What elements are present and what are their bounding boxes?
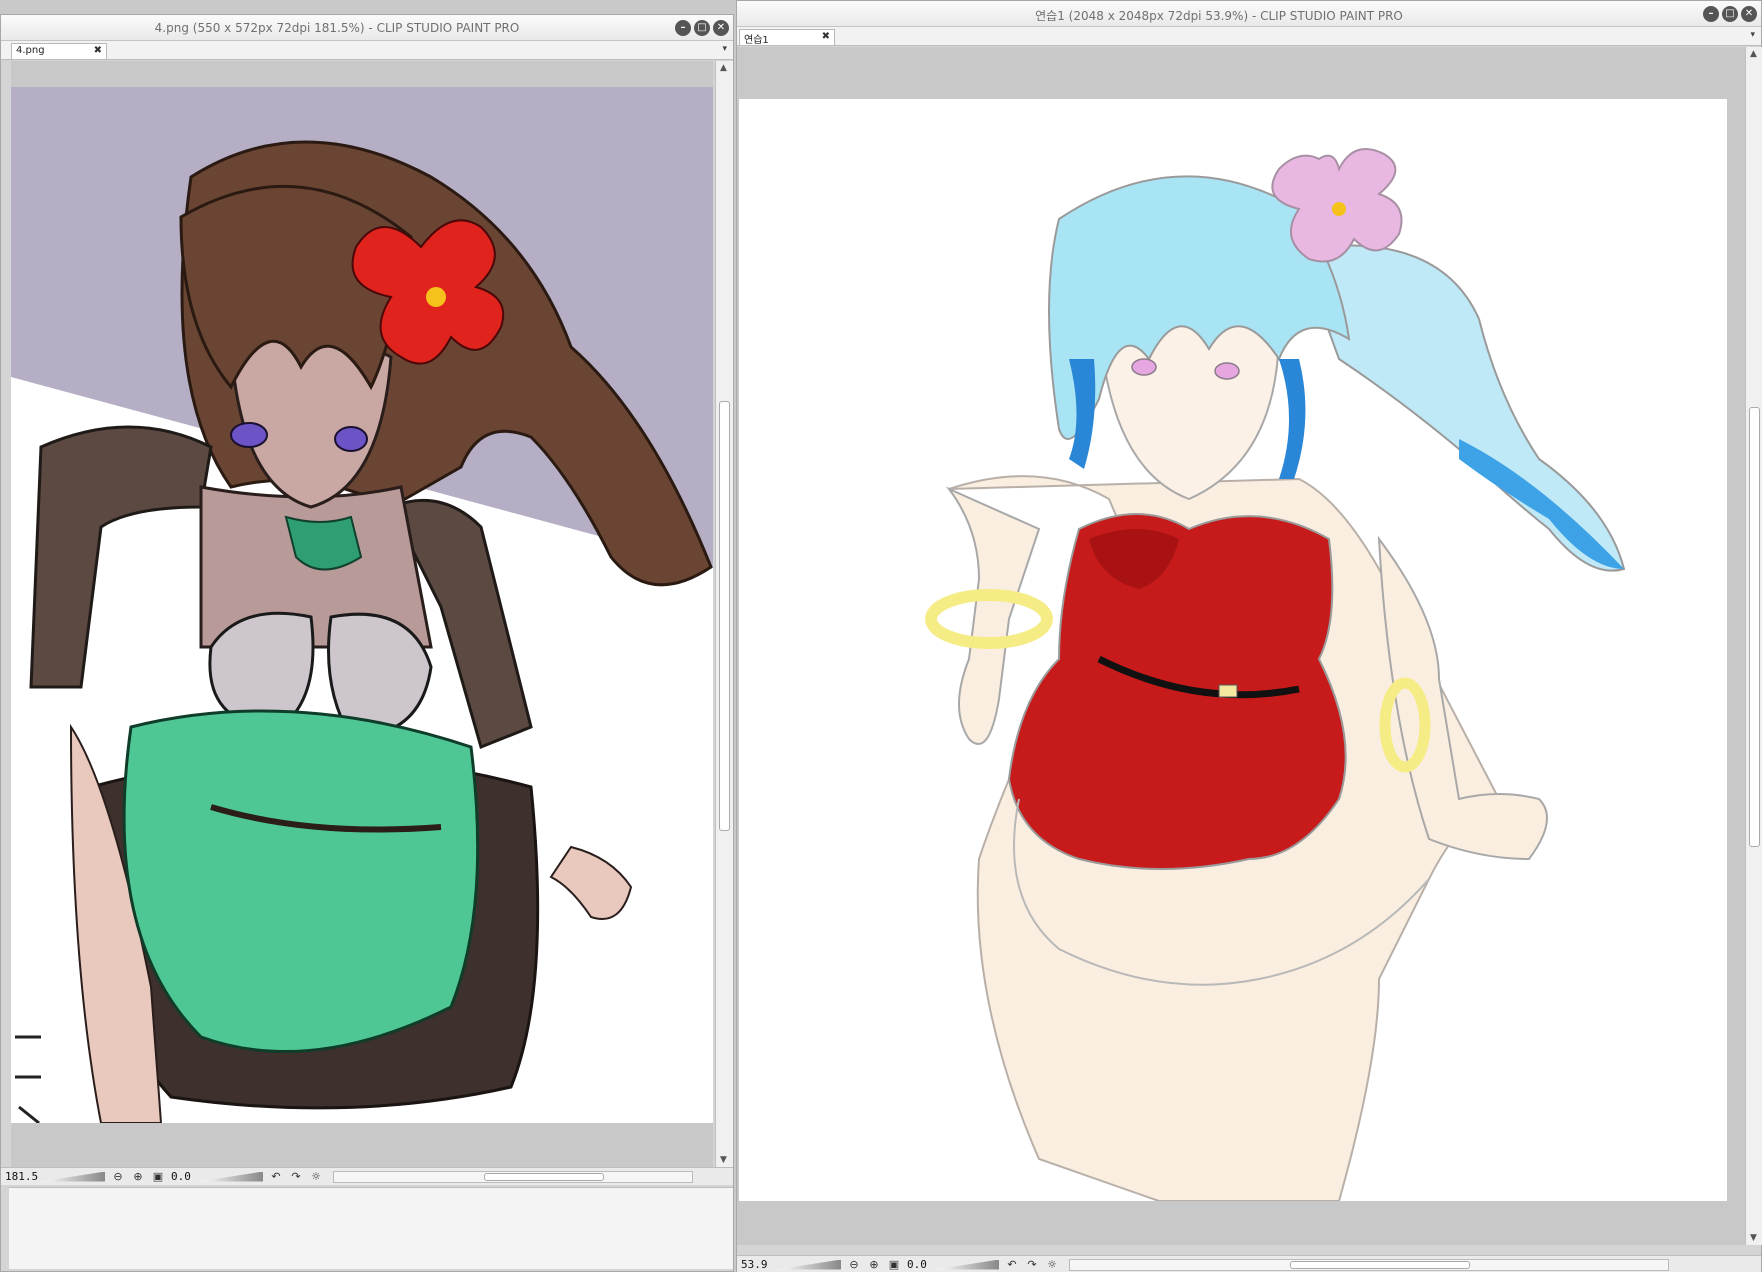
rotation-slider[interactable] [199, 1171, 263, 1182]
window-title: 4.png (550 x 572px 72dpi 181.5%) - CLIP … [154, 21, 520, 35]
zoom-slider[interactable] [41, 1171, 105, 1182]
empty-panel [9, 1187, 733, 1269]
maximize-icon[interactable]: □ [694, 20, 710, 36]
document-tab[interactable]: 연습1 ✖ [739, 29, 835, 46]
title-bar[interactable]: 연습1 (2048 x 2048px 72dpi 53.9%) - CLIP S… [737, 1, 1761, 27]
tab-bar: 4.png ✖ ▾ [1, 41, 733, 60]
vertical-scrollbar[interactable]: ▲ ▼ [1745, 47, 1762, 1245]
rotation-slider[interactable] [935, 1259, 999, 1270]
tab-close-icon[interactable]: ✖ [822, 31, 830, 42]
fit-screen-icon[interactable]: ▣ [151, 1170, 165, 1183]
window-title: 연습1 (2048 x 2048px 72dpi 53.9%) - CLIP S… [1035, 9, 1403, 23]
zoom-level[interactable]: 181.5 [5, 1170, 38, 1183]
rotate-right-icon[interactable]: ↷ [289, 1170, 303, 1183]
rotate-right-icon[interactable]: ↷ [1025, 1258, 1039, 1271]
zoom-in-icon[interactable]: ⊕ [867, 1258, 881, 1271]
horizontal-scroll-thumb[interactable] [484, 1172, 604, 1181]
tab-label: 연습1 [744, 35, 769, 46]
rotate-left-icon[interactable]: ↶ [1005, 1258, 1019, 1271]
minimize-icon[interactable]: – [1703, 6, 1719, 22]
scroll-down-icon[interactable]: ▼ [1750, 1233, 1757, 1243]
close-icon[interactable]: ✕ [1741, 6, 1757, 22]
zoom-level[interactable]: 53.9 [741, 1258, 771, 1271]
tab-close-icon[interactable]: ✖ [94, 45, 102, 56]
tab-label: 4.png [16, 45, 45, 56]
zoom-in-icon[interactable]: ⊕ [131, 1170, 145, 1183]
minimize-icon[interactable]: – [675, 20, 691, 36]
canvas-status-bar: 181.5 ⊖ ⊕ ▣ 0.0 ↶ ↷ ☼ [1, 1167, 733, 1185]
rotate-left-icon[interactable]: ↶ [269, 1170, 283, 1183]
horizontal-scroll-thumb[interactable] [1290, 1260, 1470, 1269]
scroll-up-icon[interactable]: ▲ [1750, 49, 1757, 59]
canvas-image [11, 87, 713, 1123]
horizontal-scrollbar[interactable] [333, 1170, 693, 1183]
rotation-angle[interactable]: 0.0 [171, 1170, 193, 1183]
illustration-brown-hair-girl [11, 87, 713, 1123]
tab-menu-icon[interactable]: ▾ [722, 44, 727, 54]
zoom-slider[interactable] [777, 1259, 841, 1270]
canvas-viewport[interactable] [11, 61, 713, 1167]
canvas-image [739, 99, 1727, 1201]
scroll-thumb[interactable] [719, 401, 730, 831]
fit-screen-icon[interactable]: ▣ [887, 1258, 901, 1271]
reset-rotation-icon[interactable]: ☼ [1045, 1258, 1059, 1271]
scroll-down-icon[interactable]: ▼ [720, 1155, 727, 1165]
maximize-icon[interactable]: □ [1722, 6, 1738, 22]
zoom-out-icon[interactable]: ⊖ [111, 1170, 125, 1183]
drawing-window[interactable]: 연습1 (2048 x 2048px 72dpi 53.9%) - CLIP S… [736, 0, 1762, 1272]
zoom-out-icon[interactable]: ⊖ [847, 1258, 861, 1271]
scroll-thumb[interactable] [1749, 407, 1760, 847]
reset-rotation-icon[interactable]: ☼ [309, 1170, 323, 1183]
canvas-viewport[interactable] [737, 47, 1745, 1245]
horizontal-scrollbar[interactable] [1069, 1258, 1669, 1271]
close-icon[interactable]: ✕ [713, 20, 729, 36]
rotation-angle[interactable]: 0.0 [907, 1258, 929, 1271]
scroll-up-icon[interactable]: ▲ [720, 63, 727, 73]
reference-window[interactable]: 4.png (550 x 572px 72dpi 181.5%) - CLIP … [0, 14, 734, 1272]
title-bar[interactable]: 4.png (550 x 572px 72dpi 181.5%) - CLIP … [1, 15, 733, 41]
vertical-scrollbar[interactable]: ▲ ▼ [715, 61, 733, 1167]
illustration-blue-hair-girl [739, 99, 1727, 1201]
canvas-status-bar: 53.9 ⊖ ⊕ ▣ 0.0 ↶ ↷ ☼ [737, 1255, 1761, 1272]
tab-bar: 연습1 ✖ ▾ [737, 27, 1761, 46]
document-tab[interactable]: 4.png ✖ [11, 43, 107, 59]
tab-menu-icon[interactable]: ▾ [1750, 30, 1755, 40]
